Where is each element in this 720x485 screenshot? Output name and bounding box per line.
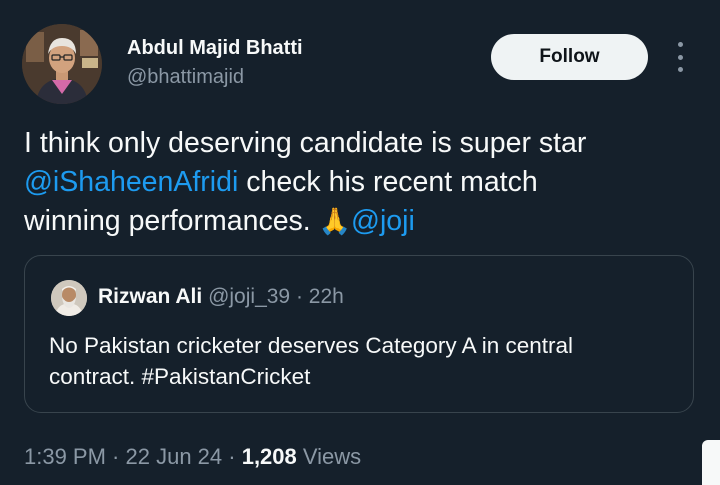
quote-author-avatar[interactable]: [51, 280, 87, 316]
quote-header: Rizwan Ali @joji_39 · 22h: [98, 285, 344, 309]
author-avatar[interactable]: [22, 24, 102, 104]
quote-text-line: contract. #PakistanCricket: [49, 364, 311, 389]
tweet-line: I think only deserving candidate is supe…: [24, 124, 694, 163]
quote-author-handle[interactable]: @joji_39: [208, 285, 290, 308]
dot: [677, 42, 683, 47]
tweet-line: @iShaheenAfridi check his recent match: [24, 163, 694, 202]
tweet-text-segment: winning performances.: [24, 205, 319, 237]
quote-text: No Pakistan cricketer deserves Category …: [49, 330, 679, 392]
tweet-text-segment: I think only deserving candidate is supe…: [24, 127, 587, 159]
quote-tweet-card[interactable]: Rizwan Ali @joji_39 · 22h No Pakistan cr…: [24, 255, 694, 413]
folded-hands-emoji: 🙏: [318, 206, 352, 236]
tweet-text-segment: check his recent match: [238, 166, 538, 198]
tweet-time[interactable]: 1:39 PM: [24, 444, 106, 469]
tweet-date[interactable]: 22 Jun 24: [126, 444, 223, 469]
follow-button[interactable]: Follow: [491, 34, 648, 80]
separator: ·: [222, 444, 242, 469]
tweet-meta-row: 1:39 PM · 22 Jun 24 · 1,208 Views: [24, 444, 361, 470]
tweet-text: I think only deserving candidate is supe…: [24, 124, 694, 241]
quote-text-line: No Pakistan cricketer deserves Category …: [49, 333, 573, 358]
author-name[interactable]: Abdul Majid Bhatti: [127, 37, 303, 60]
more-options-icon[interactable]: [670, 42, 690, 72]
quote-author-name[interactable]: Rizwan Ali: [98, 285, 202, 308]
views-count: 1,208: [241, 444, 297, 469]
corner-panel-edge: [702, 440, 720, 485]
mention-link[interactable]: @joji: [351, 205, 415, 237]
dot: [677, 67, 683, 72]
mention-link[interactable]: @iShaheenAfridi: [24, 166, 238, 198]
author-handle[interactable]: @bhattimajid: [127, 66, 244, 89]
separator: ·: [290, 285, 309, 308]
quote-timestamp[interactable]: 22h: [309, 285, 344, 308]
views-label: Views: [296, 444, 362, 469]
dot: [677, 54, 683, 60]
tweet-line: winning performances. 🙏@joji: [24, 202, 694, 241]
separator: ·: [105, 444, 126, 469]
